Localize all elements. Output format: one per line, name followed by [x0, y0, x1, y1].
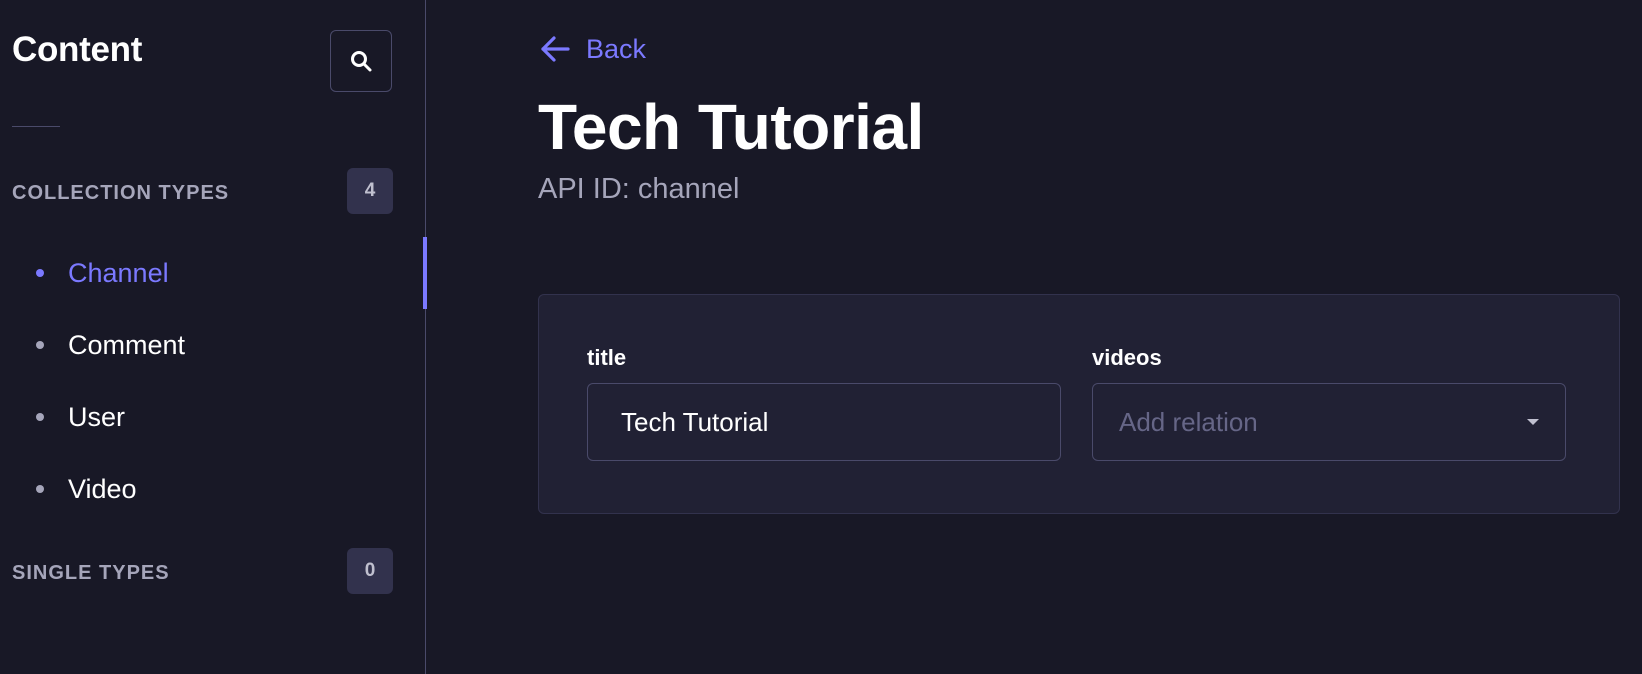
videos-relation-select[interactable]: Add relation: [1092, 383, 1566, 461]
title-field: title: [587, 345, 1061, 461]
sidebar-item-label: User: [68, 401, 126, 432]
bullet-icon: [36, 341, 44, 349]
sidebar-item-user[interactable]: User: [0, 381, 426, 453]
single-types-count-badge: 0: [347, 548, 393, 594]
main-content: Back Tech Tutorial API ID: channel title…: [426, 0, 1642, 674]
sidebar-divider: [12, 126, 60, 127]
single-types-label: Single Types: [12, 562, 170, 584]
title-field-label: title: [587, 345, 627, 370]
sidebar-item-label: Comment: [68, 329, 186, 360]
bullet-icon: [36, 413, 44, 421]
sidebar-item-channel[interactable]: Channel: [0, 237, 427, 309]
back-label: Back: [586, 33, 647, 64]
sidebar: Content Collection Types 4 Channel Comme…: [0, 0, 427, 674]
videos-field-label: videos: [1092, 345, 1162, 370]
caret-down-icon: [1527, 419, 1539, 425]
sidebar-title: Content: [12, 30, 143, 69]
videos-field: videos Add relation: [1092, 345, 1566, 461]
collection-types-list: Channel Comment User Video: [0, 237, 427, 525]
back-link[interactable]: Back: [538, 32, 646, 66]
collection-types-count-badge: 4: [347, 168, 393, 214]
collection-types-label: Collection Types: [12, 182, 230, 204]
arrow-left-icon: [541, 36, 570, 62]
search-icon: [351, 51, 372, 72]
sidebar-item-comment[interactable]: Comment: [0, 309, 426, 381]
title-input[interactable]: [587, 383, 1061, 461]
sidebar-item-label: Video: [68, 473, 137, 504]
page-subtitle: API ID: channel: [538, 173, 740, 205]
sidebar-item-label: Channel: [68, 257, 169, 288]
edit-form-card: title videos Add relation: [538, 294, 1620, 514]
page-title: Tech Tutorial: [538, 91, 924, 163]
sidebar-item-video[interactable]: Video: [0, 453, 426, 525]
search-button[interactable]: [330, 30, 392, 92]
bullet-icon: [36, 269, 44, 277]
videos-select-placeholder: Add relation: [1119, 406, 1258, 437]
app-root: Content Collection Types 4 Channel Comme…: [0, 0, 1642, 674]
bullet-icon: [36, 485, 44, 493]
